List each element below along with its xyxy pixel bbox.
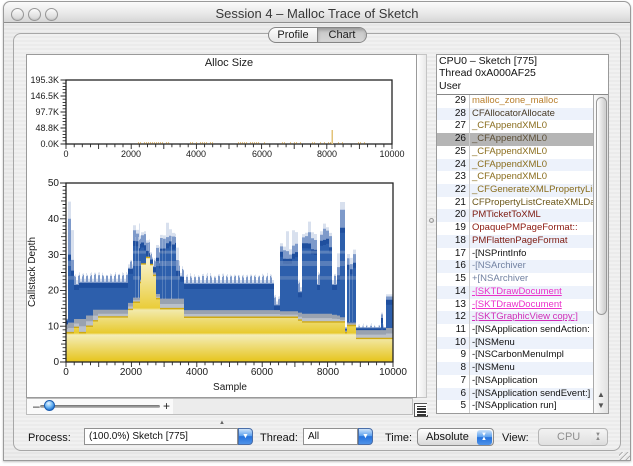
svg-text:195.3K: 195.3K [30, 75, 59, 85]
svg-text:Alloc Size: Alloc Size [205, 57, 253, 69]
svg-text:Sample: Sample [213, 382, 247, 393]
svg-text:0: 0 [63, 149, 68, 159]
svg-text:0.0K: 0.0K [40, 139, 59, 149]
svg-text:2000: 2000 [120, 367, 143, 378]
svg-text:4000: 4000 [186, 149, 206, 159]
svg-text:20: 20 [48, 286, 60, 297]
svg-text:0: 0 [53, 357, 59, 368]
svg-text:8000: 8000 [317, 149, 337, 159]
svg-text:Callstack Depth: Callstack Depth [27, 237, 38, 307]
svg-text:40: 40 [48, 214, 60, 225]
svg-text:0: 0 [63, 367, 69, 378]
svg-text:48.8K: 48.8K [35, 123, 59, 133]
svg-text:30: 30 [48, 250, 60, 261]
svg-text:2000: 2000 [121, 149, 141, 159]
svg-text:10: 10 [48, 321, 60, 332]
svg-text:50: 50 [48, 178, 60, 189]
svg-text:8000: 8000 [317, 367, 340, 378]
svg-text:97.7K: 97.7K [35, 107, 59, 117]
svg-text:6000: 6000 [252, 149, 272, 159]
svg-text:4000: 4000 [186, 367, 209, 378]
svg-text:6000: 6000 [251, 367, 274, 378]
svg-text:146.5K: 146.5K [30, 91, 59, 101]
svg-text:10000: 10000 [379, 149, 404, 159]
svg-text:10000: 10000 [379, 367, 407, 378]
